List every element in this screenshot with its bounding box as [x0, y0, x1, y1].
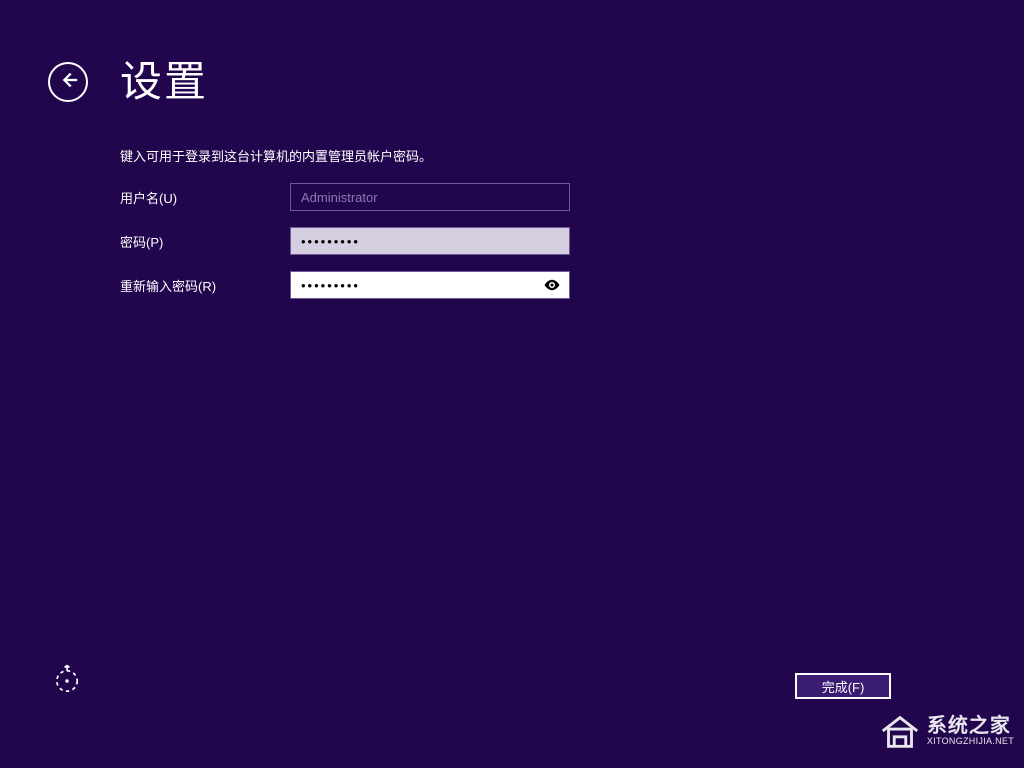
- finish-label: 完成(F): [822, 677, 865, 696]
- watermark: 系统之家 XITONGZHIJIA.NET: [877, 708, 1014, 754]
- confirm-mask: •••••••••: [301, 278, 360, 293]
- watermark-logo-icon: [877, 708, 923, 754]
- username-field[interactable]: Administrator: [290, 183, 570, 211]
- reveal-password-icon[interactable]: [543, 276, 561, 294]
- watermark-en: XITONGZHIJIA.NET: [927, 736, 1014, 747]
- watermark-cn: 系统之家: [927, 716, 1014, 736]
- password-label: 密码(P): [120, 232, 290, 251]
- back-arrow-icon: [57, 69, 79, 96]
- username-row: 用户名(U) Administrator: [120, 183, 570, 211]
- settings-form: 用户名(U) Administrator 密码(P) ••••••••• 重新输…: [120, 183, 570, 315]
- confirm-row: 重新输入密码(R) •••••••••: [120, 271, 570, 299]
- confirm-label: 重新输入密码(R): [120, 276, 290, 295]
- page-title: 设置: [120, 48, 208, 109]
- password-field[interactable]: •••••••••: [290, 227, 570, 255]
- confirm-field[interactable]: •••••••••: [290, 271, 570, 299]
- username-label: 用户名(U): [120, 188, 290, 207]
- username-value: Administrator: [301, 190, 378, 205]
- instruction-text: 键入可用于登录到这台计算机的内置管理员帐户密码。: [120, 146, 432, 165]
- password-row: 密码(P) •••••••••: [120, 227, 570, 255]
- finish-button[interactable]: 完成(F): [795, 673, 891, 699]
- ease-of-access-icon[interactable]: [50, 664, 84, 698]
- watermark-text: 系统之家 XITONGZHIJIA.NET: [927, 716, 1014, 747]
- password-mask: •••••••••: [301, 234, 360, 249]
- back-button[interactable]: [48, 62, 88, 102]
